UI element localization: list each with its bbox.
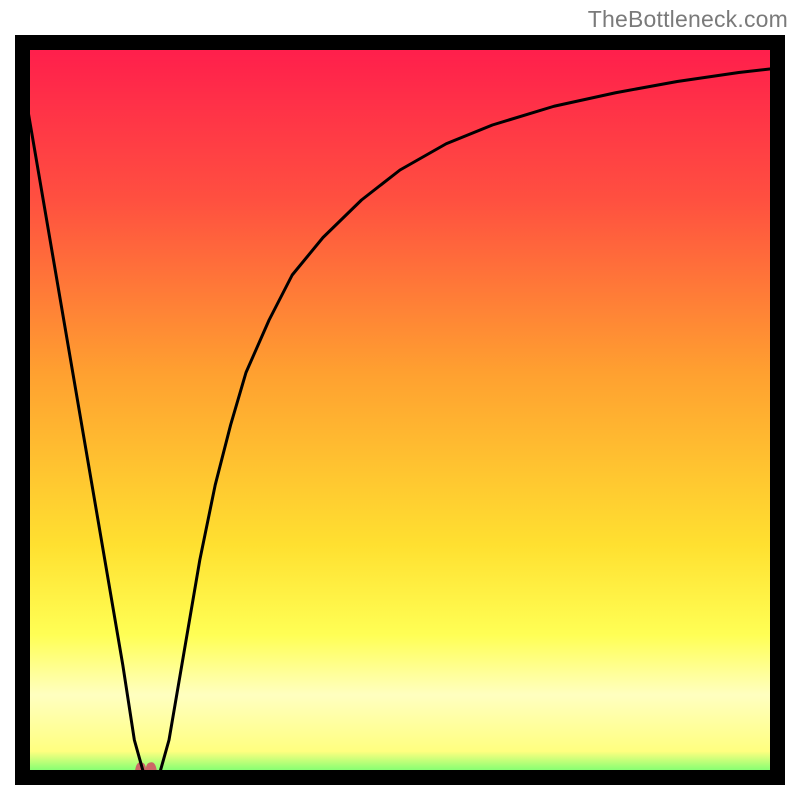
plot-area [15, 35, 785, 785]
attribution-text: TheBottleneck.com [588, 6, 788, 33]
chart-container: TheBottleneck.com [0, 0, 800, 800]
gradient-background [15, 35, 785, 785]
chart-svg [15, 35, 785, 785]
